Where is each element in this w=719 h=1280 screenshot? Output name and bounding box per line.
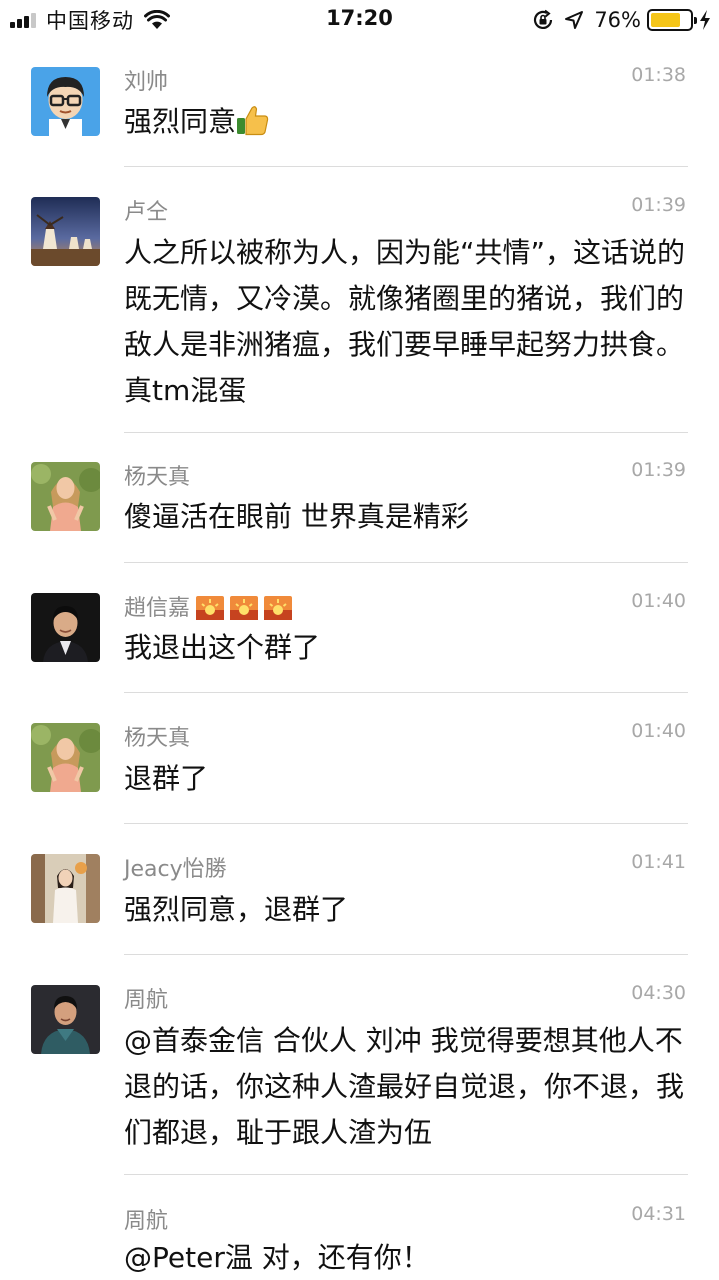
message-time: 04:30	[631, 982, 686, 1004]
message-time: 01:39	[631, 459, 686, 481]
thumbs-up-icon	[237, 106, 269, 136]
message-text: 退群了	[124, 762, 209, 795]
sender-name: 卢仝	[124, 200, 169, 225]
sender-name: 杨天真	[124, 726, 191, 751]
divider	[124, 954, 688, 955]
avatar[interactable]	[31, 593, 100, 662]
sender-name: 刘帅	[124, 70, 169, 95]
message-time: 01:40	[631, 590, 686, 612]
divider	[124, 692, 688, 693]
sender-name: Jeacy怡勝	[124, 857, 227, 882]
message-time: 01:39	[631, 194, 686, 216]
charging-bolt-icon	[700, 10, 710, 30]
message-text: 强烈同意，退群了	[124, 893, 349, 926]
message-time: 01:38	[631, 64, 686, 86]
message-time: 01:40	[631, 720, 686, 742]
message-time: 04:31	[631, 1203, 686, 1225]
divider	[124, 823, 688, 824]
message-text: 傻逼活在眼前 世界真是精彩	[124, 500, 469, 533]
location-icon	[565, 11, 584, 29]
status-right: 76%	[532, 7, 711, 33]
battery-icon	[647, 9, 697, 31]
battery-percent: 76%	[594, 8, 641, 32]
avatar[interactable]	[31, 985, 100, 1054]
divider	[124, 1174, 688, 1175]
message-text: 我退出这个群了	[124, 631, 321, 664]
sender-name: 周航	[124, 1209, 169, 1234]
rotation-lock-icon	[534, 9, 553, 29]
avatar[interactable]	[31, 67, 100, 136]
sender-name: 周航	[124, 988, 169, 1013]
status-bar: 中国移动 17:20 76%	[0, 0, 719, 40]
message-time: 01:41	[631, 851, 686, 873]
message-text: @Peter温 对，还有你！	[124, 1241, 430, 1274]
avatar[interactable]	[31, 854, 100, 923]
avatar[interactable]	[31, 723, 100, 792]
divider	[124, 562, 688, 563]
sender-name-row: 趙信嘉	[124, 590, 293, 622]
divider	[124, 432, 688, 433]
sender-name: 杨天真	[124, 465, 191, 490]
sunrise-icon	[190, 596, 293, 621]
message-text: @首泰金信 合伙人 刘冲 我觉得要想其他人不退的话，你这种人渣最好自觉退，你不退…	[124, 1024, 685, 1149]
sender-name: 趙信嘉	[124, 596, 191, 621]
message-text: 强烈同意	[124, 99, 690, 145]
divider	[124, 166, 688, 167]
battery-level	[651, 13, 680, 27]
message-text: 人之所以被称为人，因为能“共情”，这话说的既无情，又冷漠。就像猪圈里的猪说，我们…	[124, 236, 686, 407]
avatar[interactable]	[31, 197, 100, 266]
avatar[interactable]	[31, 462, 100, 531]
